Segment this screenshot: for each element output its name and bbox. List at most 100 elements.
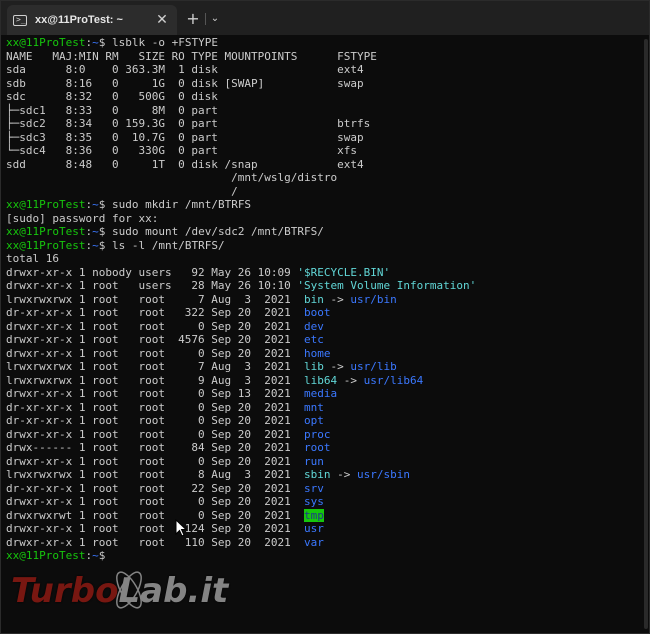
ls-entry-name: etc (304, 333, 324, 346)
ls-entry-name: bin (304, 292, 324, 306)
prompt-user: xx@11ProTest (6, 198, 86, 211)
ls-row-meta: drwxr-xr-x 1 nobody users 92 May 26 10:0… (6, 265, 298, 279)
prompt-line: xx@11ProTest:~$ ls -l /mnt/BTRFS/ (6, 239, 646, 253)
ls-row-meta: lrwxrwxrwx 1 root root 7 Aug 3 2021 (6, 292, 305, 306)
ls-row: drwxr-xr-x 1 root root 110 Sep 20 2021 v… (6, 536, 646, 550)
ls-entry-name: sys (304, 495, 324, 508)
symlink-target: usr/bin (350, 292, 397, 306)
ls-entry-name: '$RECYCLE.BIN' (297, 265, 391, 279)
close-icon[interactable]: ✕ (153, 12, 171, 28)
ls-row-meta: dr-xr-xr-x 1 root root 0 Sep 20 2021 (6, 400, 305, 414)
command-text: ls -l /mnt/BTRFS/ (111, 238, 225, 252)
command-text: sudo mount /dev/sdc2 /mnt/BTRFS/ (111, 225, 324, 238)
mouse-pointer-icon (175, 519, 187, 537)
lsblk-row-text: ├─sdc1 8:33 0 8M 0 part (6, 103, 218, 117)
ls-row: lrwxrwxrwx 1 root root 9 Aug 3 2021 lib6… (6, 374, 646, 388)
lsblk-row: └─sdc4 8:36 0 330G 0 part xfs (6, 144, 646, 158)
ls-row: dr-xr-xr-x 1 root root 322 Sep 20 2021 b… (6, 306, 646, 320)
new-tab-button[interactable]: + (183, 9, 203, 29)
terminal-window: >_ xx@11ProTest: ~ ✕ + ⌄ xx@11ProTest:~$… (0, 0, 650, 634)
ls-row: dr-xr-xr-x 1 root root 22 Sep 20 2021 sr… (6, 482, 646, 496)
symlink-arrow: -> (323, 360, 351, 373)
ls-row-meta: drwxr-xr-x 1 root root 0 Sep 20 2021 (6, 346, 305, 360)
ls-row: drwxr-xr-x 1 root root 0 Sep 20 2021 sys (6, 495, 646, 509)
ls-entry-name: boot (304, 306, 331, 319)
lsblk-row-text: / (6, 184, 238, 198)
prompt-user: xx@11ProTest (6, 36, 86, 49)
ls-row-meta: drwxr-xr-x 1 root root 124 Sep 20 2021 (6, 522, 305, 535)
ls-entry-name: tmp (304, 508, 324, 522)
ls-row: drwxr-xr-x 1 root root 0 Sep 20 2021 hom… (6, 347, 646, 361)
tab-bar: >_ xx@11ProTest: ~ ✕ + ⌄ (1, 1, 649, 35)
ls-entry-name: media (304, 387, 338, 400)
terminal-output[interactable]: xx@11ProTest:~$ lsblk -o +FSTYPE NAME MAJ… (6, 36, 646, 631)
lsblk-row-text: sdb 8:16 0 1G 0 disk [SWAP] swap (6, 76, 364, 90)
ls-row: drwxr-xr-x 1 root root 4576 Sep 20 2021 … (6, 333, 646, 347)
tab-terminal[interactable]: >_ xx@11ProTest: ~ ✕ (7, 5, 177, 35)
ls-row-meta: lrwxrwxrwx 1 root root 8 Aug 3 2021 (6, 468, 305, 481)
prompt-path: ~ (92, 36, 99, 49)
ls-row: drwxr-xr-x 1 root root 0 Sep 20 2021 run (6, 455, 646, 469)
prompt-dollar: $ (98, 238, 112, 252)
lsblk-row-text: ├─sdc3 8:35 0 10.7G 0 part swap (6, 130, 364, 144)
symlink-target: usr/lib (350, 360, 397, 373)
prompt-line: xx@11ProTest:~$ lsblk -o +FSTYPE (6, 36, 646, 50)
ls-row: lrwxrwxrwx 1 root root 8 Aug 3 2021 sbin… (6, 468, 646, 482)
chevron-down-icon[interactable]: ⌄ (207, 9, 223, 29)
lsblk-row: sdb 8:16 0 1G 0 disk [SWAP] swap (6, 77, 646, 91)
lsblk-row: sdc 8:32 0 500G 0 disk (6, 90, 646, 104)
lsblk-row: ├─sdc2 8:34 0 159.3G 0 part btrfs (6, 117, 646, 131)
prompt-user: xx@11ProTest (6, 549, 86, 562)
ls-row-meta: lrwxrwxrwx 1 root root 9 Aug 3 2021 (6, 373, 305, 387)
lsblk-row: /mnt/wslg/distro (6, 171, 646, 185)
ls-row: drwxr-xr-x 1 root users 28 May 26 10:10 … (6, 279, 646, 293)
sudo-password-prompt: [sudo] password for xx: (6, 211, 159, 225)
turbolab-watermark-logo: TurboLab.it (11, 563, 241, 619)
ls-row: dr-xr-xr-x 1 root root 0 Sep 20 2021 opt (6, 414, 646, 428)
prompt-path: ~ (92, 238, 99, 252)
ls-row: dr-xr-xr-x 1 root root 0 Sep 20 2021 mnt (6, 401, 646, 415)
ls-entry-name: var (304, 535, 324, 549)
symlink-target: usr/sbin (357, 468, 410, 481)
prompt-path: ~ (92, 225, 99, 238)
ls-entry-name: srv (304, 481, 324, 495)
lsblk-row-text: sdd 8:48 0 1T 0 disk /snap ext4 (6, 157, 364, 171)
ls-row-meta: drwxr-xr-x 1 root root 0 Sep 20 2021 (6, 454, 305, 468)
symlink-arrow: -> (330, 468, 358, 481)
ls-row-meta: drwxr-xr-x 1 root root 110 Sep 20 2021 (6, 535, 305, 549)
prompt-dollar: $ (98, 198, 112, 211)
lsblk-row-text: /mnt/wslg/distro (6, 171, 338, 184)
scrollbar[interactable] (644, 39, 648, 629)
atom-icon (116, 571, 142, 609)
lsblk-row: / (6, 185, 646, 199)
ls-row-meta: drwxr-xr-x 1 root root 0 Sep 20 2021 (6, 427, 305, 441)
ls-entry-name: proc (304, 427, 331, 441)
tab-title: xx@11ProTest: ~ (35, 14, 123, 26)
ls-row-meta: drwx------ 1 root root 84 Sep 20 2021 (6, 441, 305, 454)
prompt-line: xx@11ProTest:~$ (6, 549, 646, 563)
prompt-path: ~ (92, 549, 99, 562)
ls-row-meta: drwxr-xr-x 1 root users 28 May 26 10:10 (6, 279, 298, 292)
symlink-target: usr/lib64 (363, 373, 424, 387)
ls-entry-name: usr (304, 522, 324, 535)
ls-entry-name: root (304, 441, 331, 454)
ls-entry-name: mnt (304, 400, 324, 414)
symlink-arrow: -> (323, 292, 351, 306)
prompt-line: xx@11ProTest:~$ sudo mount /dev/sdc2 /mn… (6, 225, 646, 239)
ls-entry-name: lib64 (304, 373, 338, 387)
ls-entry-name: 'System Volume Information' (297, 279, 477, 292)
ls-row: lrwxrwxrwx 1 root root 7 Aug 3 2021 bin … (6, 293, 646, 307)
ls-entry-name: run (304, 454, 324, 468)
lsblk-header: NAME MAJ:MIN RM SIZE RO TYPE MOUNTPOINTS… (6, 50, 646, 64)
prompt-dollar: $ (98, 225, 112, 238)
command-text: sudo mkdir /mnt/BTRFS (111, 198, 252, 211)
ls-row-meta: dr-xr-xr-x 1 root root 322 Sep 20 2021 (6, 306, 305, 319)
ls-entry-name: opt (304, 414, 324, 427)
ls-total: total 16 (6, 252, 59, 265)
command-text: lsblk -o +FSTYPE (111, 36, 218, 49)
ls-row-meta: drwxr-xr-x 1 root root 4576 Sep 20 2021 (6, 333, 305, 346)
tab-divider (205, 13, 206, 25)
lsblk-row-text: └─sdc4 8:36 0 330G 0 part xfs (6, 144, 357, 157)
lsblk-row: sdd 8:48 0 1T 0 disk /snap ext4 (6, 158, 646, 172)
ls-row-meta: drwxrwxrwt 1 root root 0 Sep 20 2021 (6, 508, 305, 522)
